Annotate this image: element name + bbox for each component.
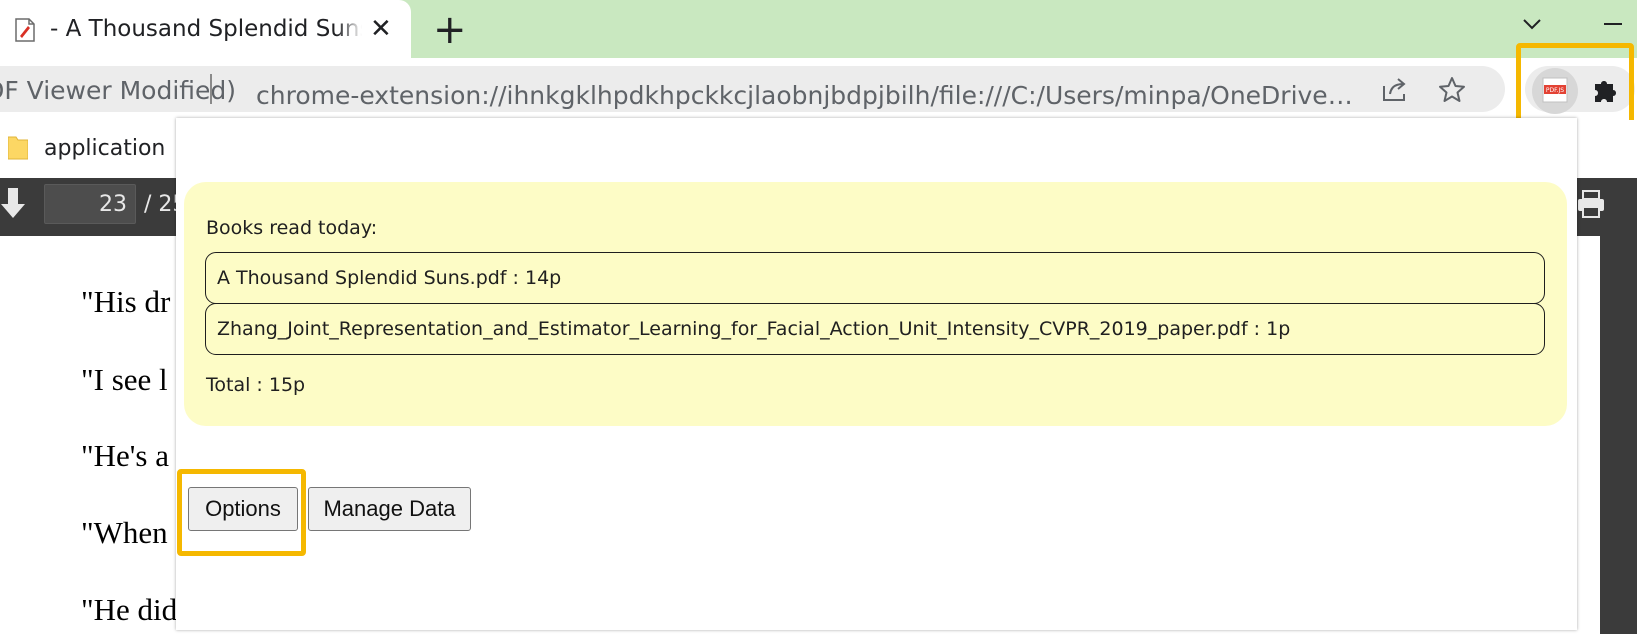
extension-popup: Books read today: A Thousand Splendid Su… xyxy=(176,118,1577,630)
books-read-heading: Books read today: xyxy=(206,217,378,239)
total-pages: Total : 15p xyxy=(206,374,306,396)
bookmark-star-icon[interactable] xyxy=(1437,75,1467,105)
close-tab-icon[interactable]: ✕ xyxy=(370,14,392,44)
minimize-window-icon[interactable] xyxy=(1604,23,1622,25)
reading-summary-card: Books read today: A Thousand Splendid Su… xyxy=(184,182,1567,426)
pdf-text-line: "When xyxy=(81,515,168,550)
chevron-down-icon[interactable] xyxy=(1518,10,1546,38)
pdf-text-line: "He's a xyxy=(81,438,169,473)
pdf-text-line: "His dr xyxy=(81,284,171,319)
pdf-file-icon xyxy=(15,18,35,42)
manage-data-button[interactable]: Manage Data xyxy=(308,487,471,531)
url-text[interactable]: chrome-extension://ihnkgklhpdkhpckkcjlao… xyxy=(256,76,1361,112)
bookmark-application[interactable]: application xyxy=(44,136,165,161)
print-icon[interactable] xyxy=(1575,188,1607,220)
next-page-icon[interactable] xyxy=(0,188,26,222)
pdf-scrollbar[interactable] xyxy=(1600,236,1637,634)
book-list-item: Zhang_Joint_Representation_and_Estimator… xyxy=(205,303,1545,355)
share-icon[interactable] xyxy=(1380,76,1410,104)
browser-toolbar: PDF Viewer Modified) chrome-extension://… xyxy=(0,58,1637,120)
omnibox-separator xyxy=(210,74,212,104)
book-list-item: A Thousand Splendid Suns.pdf : 14p xyxy=(205,252,1545,304)
new-tab-button[interactable]: + xyxy=(433,8,467,52)
tab-title: - A Thousand Splendid Suns.pdf xyxy=(50,16,362,42)
page-number-input[interactable]: 23 xyxy=(44,184,136,224)
site-name: PDF Viewer Modified) xyxy=(0,76,237,105)
address-bar[interactable]: PDF Viewer Modified) chrome-extension://… xyxy=(0,66,1505,112)
pdf-text-line: "I see l xyxy=(81,362,168,397)
folder-icon xyxy=(8,136,28,160)
tab-strip: - A Thousand Splendid Suns.pdf ✕ + xyxy=(0,0,1637,58)
active-tab[interactable]: - A Thousand Splendid Suns.pdf ✕ xyxy=(0,0,411,58)
options-highlight-box xyxy=(177,469,306,556)
